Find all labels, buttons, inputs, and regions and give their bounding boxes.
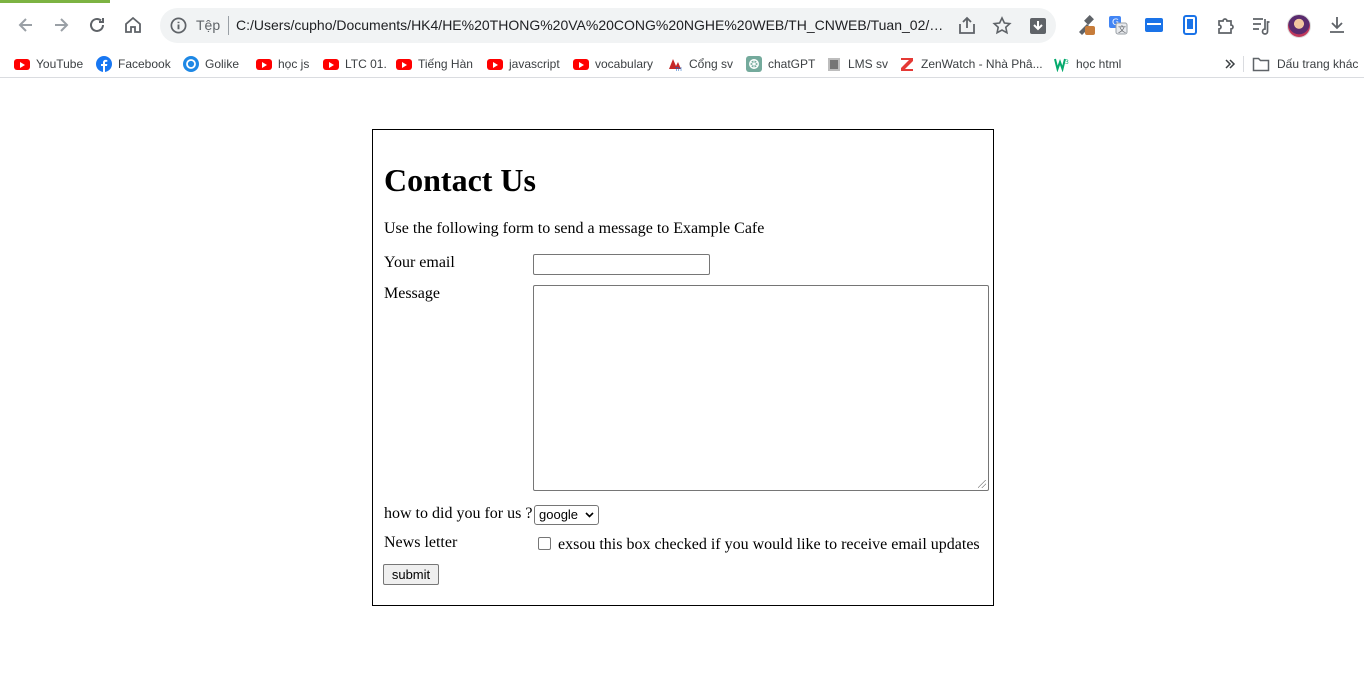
bookmark-label: học html bbox=[1076, 57, 1122, 71]
bookmarks-divider bbox=[1243, 56, 1244, 72]
profile-avatar[interactable] bbox=[1287, 14, 1311, 38]
arrow-right-icon bbox=[55, 18, 69, 32]
downloads-icon[interactable] bbox=[1326, 14, 1348, 36]
bookmarks-overflow-button[interactable] bbox=[1224, 54, 1236, 74]
w3schools-icon: 3 bbox=[1054, 58, 1069, 72]
email-field[interactable] bbox=[533, 254, 710, 275]
bookmark-hoc-js[interactable]: học js bbox=[256, 54, 309, 74]
resize-handle-icon[interactable] bbox=[978, 480, 986, 488]
reload-button[interactable] bbox=[83, 11, 111, 39]
home-button[interactable] bbox=[119, 11, 147, 39]
browser-toolbar: Tệp C:/Users/cupho/Documents/HK4/HE%20TH… bbox=[0, 0, 1364, 50]
contact-form-container: Contact Us Use the following form to sen… bbox=[372, 129, 994, 606]
youtube-icon bbox=[396, 58, 412, 70]
page-title: Contact Us bbox=[384, 162, 536, 198]
email-label: Your email bbox=[384, 254, 455, 271]
bookmark-tieng-han[interactable]: Tiếng Hàn bbox=[396, 54, 473, 74]
bookmark-youtube[interactable]: YouTube bbox=[14, 54, 83, 74]
bookmark-label: học js bbox=[278, 57, 310, 71]
bookmark-label: YouTube bbox=[36, 57, 84, 71]
bookmark-label: Dấu trang khác bbox=[1277, 57, 1359, 71]
zenwatch-icon bbox=[901, 58, 913, 71]
loading-progress-bar bbox=[0, 0, 110, 3]
intro-text: Use the following form to send a message… bbox=[384, 220, 765, 237]
bookmark-cong-sv[interactable]: TH Cổng sv bbox=[667, 54, 733, 74]
golike-icon bbox=[183, 56, 199, 72]
bookmark-vocabulary[interactable]: vocabulary bbox=[573, 54, 653, 74]
scheme-label: Tệp bbox=[196, 17, 221, 33]
screen-capture-extension-icon[interactable] bbox=[1143, 14, 1165, 36]
submit-button[interactable]: submit bbox=[383, 564, 439, 585]
bookmark-golike[interactable]: Golike bbox=[183, 54, 239, 74]
bookmark-facebook[interactable]: Facebook bbox=[96, 54, 171, 74]
bookmark-label: Tiếng Hàn bbox=[418, 57, 473, 71]
reading-list-icon[interactable] bbox=[1250, 14, 1272, 36]
bookmark-label: Golike bbox=[205, 57, 240, 71]
school-icon: TH bbox=[669, 59, 682, 72]
bookmark-label: vocabulary bbox=[595, 57, 654, 71]
chatgpt-icon bbox=[746, 56, 762, 72]
extensions-puzzle-icon[interactable] bbox=[1214, 14, 1236, 36]
address-bar[interactable]: Tệp C:/Users/cupho/Documents/HK4/HE%20TH… bbox=[160, 8, 1056, 43]
star-icon[interactable] bbox=[991, 15, 1013, 37]
tablet-extension-icon[interactable] bbox=[1179, 14, 1201, 36]
share-icon[interactable] bbox=[956, 15, 978, 37]
source-label: how to did you for us ? bbox=[384, 505, 533, 522]
double-chevron-right-icon bbox=[1225, 59, 1236, 69]
arrow-left-icon bbox=[18, 18, 32, 32]
source-select[interactable]: google bbox=[534, 505, 599, 525]
bookmark-label: ZenWatch - Nhà Phâ... bbox=[921, 57, 1043, 71]
google-translate-icon[interactable]: G文 bbox=[1107, 14, 1129, 36]
youtube-icon bbox=[487, 58, 503, 70]
info-icon[interactable] bbox=[169, 16, 188, 35]
bookmark-label: LTC 01. bbox=[345, 57, 387, 71]
folder-icon bbox=[1252, 57, 1270, 72]
reload-icon bbox=[90, 17, 104, 32]
back-button[interactable] bbox=[12, 11, 40, 39]
youtube-icon bbox=[323, 58, 339, 70]
bookmark-label: Facebook bbox=[118, 57, 171, 71]
bookmark-lms-sv[interactable]: LMS sv bbox=[826, 54, 888, 74]
youtube-icon bbox=[14, 58, 30, 70]
bookmark-label: Cổng sv bbox=[689, 57, 734, 71]
bookmark-javascript[interactable]: javascript bbox=[487, 54, 560, 74]
bookmarks-bar: YouTube Facebook Golike học js LTC 01. T… bbox=[0, 50, 1364, 78]
eyedropper-extension-icon[interactable] bbox=[1075, 14, 1097, 36]
bookmark-zenwatch[interactable]: ZenWatch - Nhà Phâ... bbox=[899, 54, 1043, 74]
bookmark-label: LMS sv bbox=[848, 57, 889, 71]
message-textarea[interactable] bbox=[533, 285, 989, 491]
chevron-down-icon bbox=[585, 512, 594, 518]
install-download-icon[interactable] bbox=[1027, 15, 1049, 37]
newsletter-checkbox[interactable] bbox=[538, 537, 551, 550]
bookmark-chatgpt[interactable]: chatGPT bbox=[746, 54, 815, 74]
source-select-value: google bbox=[539, 507, 579, 522]
bookmark-label: chatGPT bbox=[768, 57, 816, 71]
youtube-icon bbox=[256, 58, 272, 70]
forward-button[interactable] bbox=[47, 11, 75, 39]
lms-icon bbox=[828, 58, 840, 71]
facebook-icon bbox=[96, 56, 112, 72]
bookmark-label: javascript bbox=[509, 57, 560, 71]
message-label: Message bbox=[384, 285, 440, 302]
other-bookmarks-folder[interactable]: Dấu trang khác bbox=[1252, 54, 1358, 74]
svg-text:文: 文 bbox=[1118, 24, 1126, 34]
svg-text:TH: TH bbox=[674, 67, 682, 72]
newsletter-label: News letter bbox=[384, 534, 458, 551]
bookmark-ltc-01[interactable]: LTC 01. bbox=[323, 54, 387, 74]
home-icon bbox=[125, 16, 141, 33]
svg-text:3: 3 bbox=[1065, 59, 1069, 66]
newsletter-text: exsou this box checked if you would like… bbox=[558, 536, 980, 553]
bookmark-hoc-html[interactable]: 3 học html bbox=[1054, 54, 1121, 74]
youtube-icon bbox=[573, 58, 589, 70]
omnibox-divider bbox=[228, 16, 229, 35]
url-text[interactable]: C:/Users/cupho/Documents/HK4/HE%20THONG%… bbox=[236, 17, 948, 33]
